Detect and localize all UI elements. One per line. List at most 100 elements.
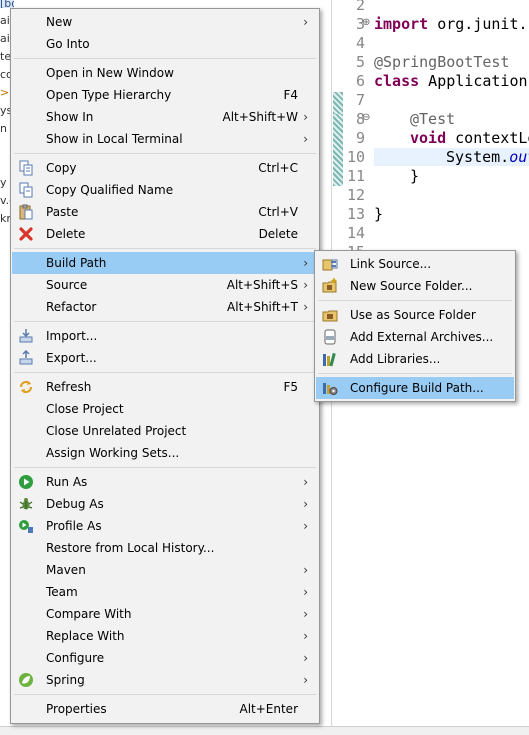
menu-item-configure[interactable]: Configure › [12, 647, 318, 669]
menu-item-open-type-hierarchy[interactable]: Open Type Hierarchy F4 [12, 84, 318, 106]
menu-item-open-in-new-window[interactable]: Open in New Window [12, 62, 318, 84]
explorer-fragment: n [0, 122, 7, 135]
submenu-item-configure-build-path[interactable]: Configure Build Path... [316, 377, 514, 399]
menu-item-team[interactable]: Team › [12, 581, 318, 603]
menu-item-maven[interactable]: Maven › [12, 559, 318, 581]
explorer-selected-row[interactable]: [boot] [devtools] [emsapi master] [0, 0, 14, 8]
submenu-item-link-source[interactable]: Link Source... [316, 253, 514, 275]
menu-item-copy-qualified-name[interactable]: Copy Qualified Name [12, 179, 318, 201]
submenu-arrow-icon: › [303, 629, 308, 643]
menu-item-source[interactable]: Source Alt+Shift+S › [12, 274, 318, 296]
line-number: 2 [355, 0, 365, 14]
menu-item-refactor[interactable]: Refactor Alt+Shift+T › [12, 296, 318, 318]
refresh-icon [19, 380, 33, 394]
shortcut-label: Ctrl+V [258, 205, 298, 219]
code-line: System.out [446, 148, 529, 166]
menu-item-delete[interactable]: Delete Delete [12, 223, 318, 245]
expand-fold-icon[interactable]: ⊕ [362, 17, 370, 28]
run-icon [19, 475, 33, 489]
submenu-item-add-libraries[interactable]: Add Libraries... [316, 348, 514, 370]
submenu-arrow-icon: › [303, 563, 308, 577]
menu-item-spring[interactable]: Spring › [12, 669, 318, 691]
menu-item-debug-as[interactable]: Debug As › [12, 493, 318, 515]
configure-build-path-icon [323, 383, 338, 395]
menu-item-import[interactable]: Import... [12, 325, 318, 347]
menu-item-go-into[interactable]: Go Into [12, 33, 318, 55]
submenu-arrow-icon: › [303, 278, 308, 292]
shortcut-label: Ctrl+C [258, 161, 298, 175]
menu-item-restore-from-local-history[interactable]: Restore from Local History... [12, 537, 318, 559]
menu-item-properties[interactable]: Properties Alt+Enter [12, 698, 318, 720]
menu-item-profile-as[interactable]: Profile As › [12, 515, 318, 537]
menu-item-replace-with[interactable]: Replace With › [12, 625, 318, 647]
code-line: import org.junit. [374, 15, 528, 33]
menu-item-close-unrelated-project[interactable]: Close Unrelated Project [12, 420, 318, 442]
change-ruler-marker [333, 92, 343, 114]
submenu-arrow-icon: › [303, 497, 308, 511]
code-line: class Application [374, 72, 528, 90]
explorer-fragment: > [0, 86, 10, 99]
spring-icon [19, 673, 33, 687]
menu-separator [14, 58, 316, 59]
profile-icon [19, 520, 33, 533]
explorer-fragment: ai [0, 14, 10, 27]
submenu-arrow-icon: › [303, 300, 308, 314]
use-as-source-folder-icon [322, 310, 338, 322]
build-path-submenu: Link Source... New Source Folder... Use … [314, 250, 516, 402]
line-number: 5 [355, 53, 365, 71]
line-number: 14 [346, 224, 365, 242]
menu-separator [14, 467, 316, 468]
menu-separator [14, 321, 316, 322]
menu-item-run-as[interactable]: Run As › [12, 471, 318, 493]
shortcut-label: Alt+Enter [239, 702, 298, 716]
menu-item-export[interactable]: Export... [12, 347, 318, 369]
line-number: 4 [355, 34, 365, 52]
explorer-fragment: y [0, 176, 7, 189]
menu-item-copy[interactable]: Copy Ctrl+C [12, 157, 318, 179]
submenu-item-use-as-source-folder[interactable]: Use as Source Folder [316, 304, 514, 326]
submenu-arrow-icon: › [303, 519, 308, 533]
paste-icon [19, 204, 33, 220]
link-source-icon [322, 259, 338, 271]
menu-item-paste[interactable]: Paste Ctrl+V [12, 201, 318, 223]
submenu-arrow-icon: › [303, 256, 308, 270]
copy-qualified-name-icon [19, 182, 33, 198]
menu-item-show-in[interactable]: Show In Alt+Shift+W › [12, 106, 318, 128]
menu-item-compare-with[interactable]: Compare With › [12, 603, 318, 625]
menu-item-assign-working-sets[interactable]: Assign Working Sets... [12, 442, 318, 464]
shortcut-label: Alt+Shift+T [227, 300, 298, 314]
delete-icon [19, 227, 33, 241]
submenu-item-add-external-archives[interactable]: Add External Archives... [316, 326, 514, 348]
submenu-arrow-icon: › [303, 607, 308, 621]
line-number: 6 [355, 72, 365, 90]
code-line: @Test [410, 110, 456, 128]
line-number: 13 [346, 205, 365, 223]
menu-separator [318, 300, 512, 301]
new-source-folder-icon [322, 278, 337, 293]
menu-item-show-in-local-terminal[interactable]: Show in Local Terminal › [12, 128, 318, 150]
submenu-item-new-source-folder[interactable]: New Source Folder... [316, 275, 514, 297]
menu-item-close-project[interactable]: Close Project [12, 398, 318, 420]
submenu-arrow-icon: › [303, 132, 308, 146]
menu-item-refresh[interactable]: Refresh F5 [12, 376, 318, 398]
shortcut-label: Alt+Shift+S [226, 278, 298, 292]
code-line: } [410, 167, 420, 185]
change-ruler-marker [333, 114, 343, 186]
menu-separator [14, 694, 316, 695]
code-line: } [374, 205, 384, 223]
line-number: 10 [346, 148, 365, 166]
menu-item-new[interactable]: New › [12, 11, 318, 33]
explorer-fragment: ai [0, 32, 10, 45]
line-number: 12 [346, 186, 365, 204]
line-number: 9 [355, 129, 365, 147]
code-line: void contextLo [410, 129, 529, 147]
menu-item-build-path[interactable]: Build Path › [12, 252, 318, 274]
menu-separator [14, 372, 316, 373]
line-number: 11 [346, 167, 365, 185]
shortcut-label: F4 [283, 88, 298, 102]
shortcut-label: F5 [283, 380, 298, 394]
submenu-arrow-icon: › [303, 651, 308, 665]
submenu-arrow-icon: › [303, 585, 308, 599]
collapse-fold-icon[interactable]: ⊖ [362, 112, 370, 123]
add-libraries-icon [323, 352, 336, 367]
